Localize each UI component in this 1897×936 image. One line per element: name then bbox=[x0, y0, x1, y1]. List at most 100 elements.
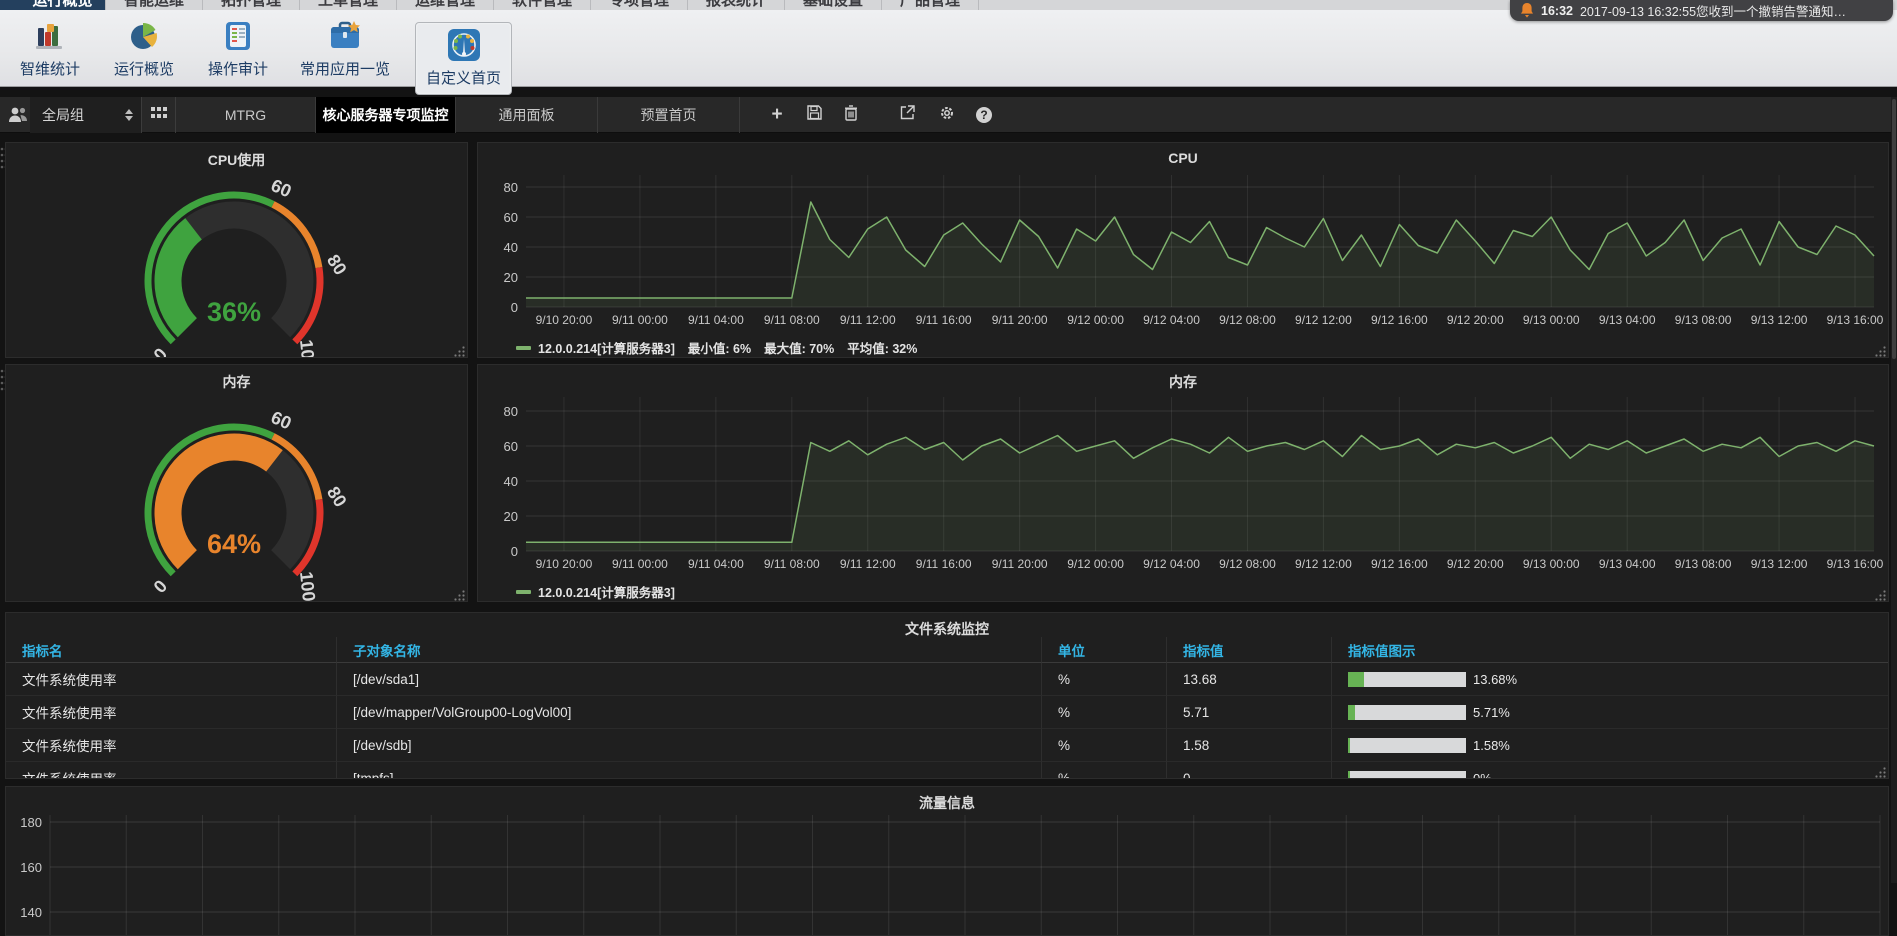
gear-icon bbox=[939, 105, 955, 126]
column-header-unit[interactable]: 单位 bbox=[1041, 637, 1166, 663]
tab-core-server-monitor[interactable]: 核心服务器专项监控 bbox=[316, 97, 456, 133]
column-header-metric[interactable]: 指标名 bbox=[6, 637, 336, 663]
traffic-line-chart: 180160140 bbox=[10, 811, 1884, 936]
svg-text:9/12 08:00: 9/12 08:00 bbox=[1219, 557, 1276, 571]
mem-line-chart: 0204060809/10 20:009/11 00:009/11 04:009… bbox=[482, 391, 1884, 575]
column-header-value-bar[interactable]: 指标值图示 bbox=[1331, 637, 1888, 663]
dashboard-area: 全局组 MTRG 核心服务器专项监控 通用面板 预置首页 + bbox=[0, 88, 1897, 883]
legend-stat-max: 最大值: 70% bbox=[764, 338, 834, 357]
menu-item-4[interactable]: 运维管理 bbox=[397, 0, 494, 10]
cpu-legend[interactable]: 12.0.0.214[计算服务器3] 最小值: 6% 最大值: 70% 平均值:… bbox=[516, 338, 1888, 357]
panel-title[interactable]: CPU使用 bbox=[6, 143, 467, 169]
panel-title[interactable]: 文件系统监控 bbox=[6, 613, 1888, 637]
filesystem-table: 指标名 子对象名称 单位 指标值 指标值图示 文件系统使用率 [/dev/sda… bbox=[6, 637, 1888, 779]
svg-text:9/12 16:00: 9/12 16:00 bbox=[1371, 313, 1428, 327]
svg-text:9/12 00:00: 9/12 00:00 bbox=[1067, 557, 1124, 571]
svg-text:180: 180 bbox=[20, 815, 42, 830]
notification-toast[interactable]: 16:32 2017-09-13 16:32:55您收到一个撤销告警通知… bbox=[1510, 0, 1893, 21]
column-header-object[interactable]: 子对象名称 bbox=[336, 637, 1041, 663]
resize-handle-icon[interactable] bbox=[454, 344, 465, 355]
panel-title[interactable]: CPU bbox=[478, 143, 1888, 169]
svg-text:36%: 36% bbox=[207, 297, 261, 327]
legend-series-name: 12.0.0.214[计算服务器3] bbox=[538, 338, 675, 357]
trash-icon bbox=[844, 105, 858, 126]
cell-metric: 文件系统使用率 bbox=[6, 762, 336, 779]
cell-object: [/dev/sda1] bbox=[336, 663, 1041, 696]
external-link-icon bbox=[900, 105, 915, 125]
svg-text:9/13 04:00: 9/13 04:00 bbox=[1599, 313, 1656, 327]
menu-item-6[interactable]: 专项管理 bbox=[591, 0, 688, 10]
briefcase-star-icon bbox=[327, 18, 363, 54]
help-button[interactable]: ? bbox=[971, 103, 997, 127]
delete-button[interactable] bbox=[838, 103, 864, 127]
save-button[interactable] bbox=[801, 103, 827, 127]
cell-metric: 文件系统使用率 bbox=[6, 696, 336, 729]
menu-item-3[interactable]: 工单管理 bbox=[300, 0, 397, 10]
tab-general-panel[interactable]: 通用面板 bbox=[456, 97, 598, 133]
panel-title[interactable]: 流量信息 bbox=[6, 787, 1888, 811]
monitoring-app: { "accent_colors": {"green":"#3fa33f","o… bbox=[0, 0, 1897, 883]
cell-metric: 文件系统使用率 bbox=[6, 663, 336, 696]
svg-text:9/12 20:00: 9/12 20:00 bbox=[1447, 313, 1504, 327]
resize-handle-icon[interactable] bbox=[1875, 588, 1886, 599]
column-header-value[interactable]: 指标值 bbox=[1166, 637, 1331, 663]
menu-item-9[interactable]: 产品管理 bbox=[882, 0, 979, 10]
svg-text:64%: 64% bbox=[207, 529, 261, 559]
group-select-value: 全局组 bbox=[42, 105, 125, 125]
svg-text:9/11 20:00: 9/11 20:00 bbox=[992, 557, 1048, 571]
svg-text:9/11 04:00: 9/11 04:00 bbox=[688, 557, 744, 571]
panel-title[interactable]: 内存 bbox=[478, 365, 1888, 391]
dashboard-grid-button[interactable] bbox=[142, 97, 176, 133]
cell-object: [tmpfs] bbox=[336, 762, 1041, 779]
cpu-line-chart: 0204060809/10 20:009/11 00:009/11 04:009… bbox=[482, 169, 1884, 331]
cell-unit: % bbox=[1041, 729, 1166, 762]
menu-item-8[interactable]: 基础设置 bbox=[785, 0, 882, 10]
svg-text:9/13 16:00: 9/13 16:00 bbox=[1827, 313, 1884, 327]
svg-text:60: 60 bbox=[504, 439, 518, 454]
svg-text:9/11 00:00: 9/11 00:00 bbox=[612, 313, 668, 327]
legend-color-dash bbox=[516, 590, 531, 594]
svg-text:9/10 20:00: 9/10 20:00 bbox=[536, 557, 593, 571]
toast-message: 2017-09-13 16:32:55您收到一个撤销告警通知… bbox=[1580, 1, 1846, 20]
resize-handle-icon[interactable] bbox=[1875, 765, 1886, 776]
cell-value-bar: 0% bbox=[1331, 762, 1888, 779]
svg-text:0: 0 bbox=[150, 576, 172, 597]
toolbar-item-zhiwei-stats[interactable]: 智维统计 bbox=[14, 18, 86, 79]
menu-item-1[interactable]: 智能运维 bbox=[106, 0, 203, 10]
svg-text:9/12 20:00: 9/12 20:00 bbox=[1447, 557, 1504, 571]
toolbar-item-common-apps[interactable]: 常用应用一览 bbox=[288, 18, 402, 79]
mem-legend[interactable]: 12.0.0.214[计算服务器3] bbox=[516, 582, 1888, 601]
tab-mtrg[interactable]: MTRG bbox=[176, 97, 316, 133]
legend-stat-avg: 平均值: 32% bbox=[847, 338, 917, 357]
gauge-dashboard-icon bbox=[446, 27, 482, 63]
progress-bar bbox=[1348, 771, 1466, 780]
svg-text:9/13 08:00: 9/13 08:00 bbox=[1675, 557, 1732, 571]
resize-handle-icon[interactable] bbox=[454, 588, 465, 599]
toolbar-item-audit[interactable]: 操作审计 bbox=[200, 18, 276, 79]
cell-value: 0 bbox=[1166, 762, 1331, 779]
resize-handle-icon[interactable] bbox=[1875, 344, 1886, 355]
open-external-button[interactable] bbox=[894, 103, 920, 127]
toolbar-item-custom-home[interactable]: 自定义首页 bbox=[415, 22, 512, 95]
svg-text:9/10 20:00: 9/10 20:00 bbox=[536, 313, 593, 327]
group-select[interactable]: 全局组 bbox=[30, 97, 142, 133]
svg-text:9/11 20:00: 9/11 20:00 bbox=[992, 313, 1048, 327]
svg-text:9/11 00:00: 9/11 00:00 bbox=[612, 557, 668, 571]
menu-item-7[interactable]: 报表统计 bbox=[688, 0, 785, 10]
svg-text:80: 80 bbox=[323, 251, 351, 279]
add-panel-button[interactable]: + bbox=[764, 103, 790, 127]
toolbar-item-label: 操作审计 bbox=[208, 58, 268, 79]
settings-button[interactable] bbox=[934, 103, 960, 127]
toolbar-item-run-overview[interactable]: 运行概览 bbox=[106, 18, 182, 79]
dashboard-toolbar: 全局组 MTRG 核心服务器专项监控 通用面板 预置首页 + bbox=[0, 97, 1897, 133]
scrollbar-thumb[interactable] bbox=[1892, 99, 1896, 359]
menu-item-2[interactable]: 拓扑管理 bbox=[203, 0, 300, 10]
toolbar-item-label: 自定义首页 bbox=[426, 67, 501, 88]
cell-unit: % bbox=[1041, 663, 1166, 696]
menu-item-operation-overview[interactable]: 运行概览 bbox=[20, 0, 106, 10]
panel-title[interactable]: 内存 bbox=[6, 365, 467, 391]
menu-item-5[interactable]: 软件管理 bbox=[494, 0, 591, 10]
svg-text:80: 80 bbox=[504, 180, 518, 195]
audit-doc-icon bbox=[220, 18, 256, 54]
tab-preset-home[interactable]: 预置首页 bbox=[598, 97, 740, 133]
